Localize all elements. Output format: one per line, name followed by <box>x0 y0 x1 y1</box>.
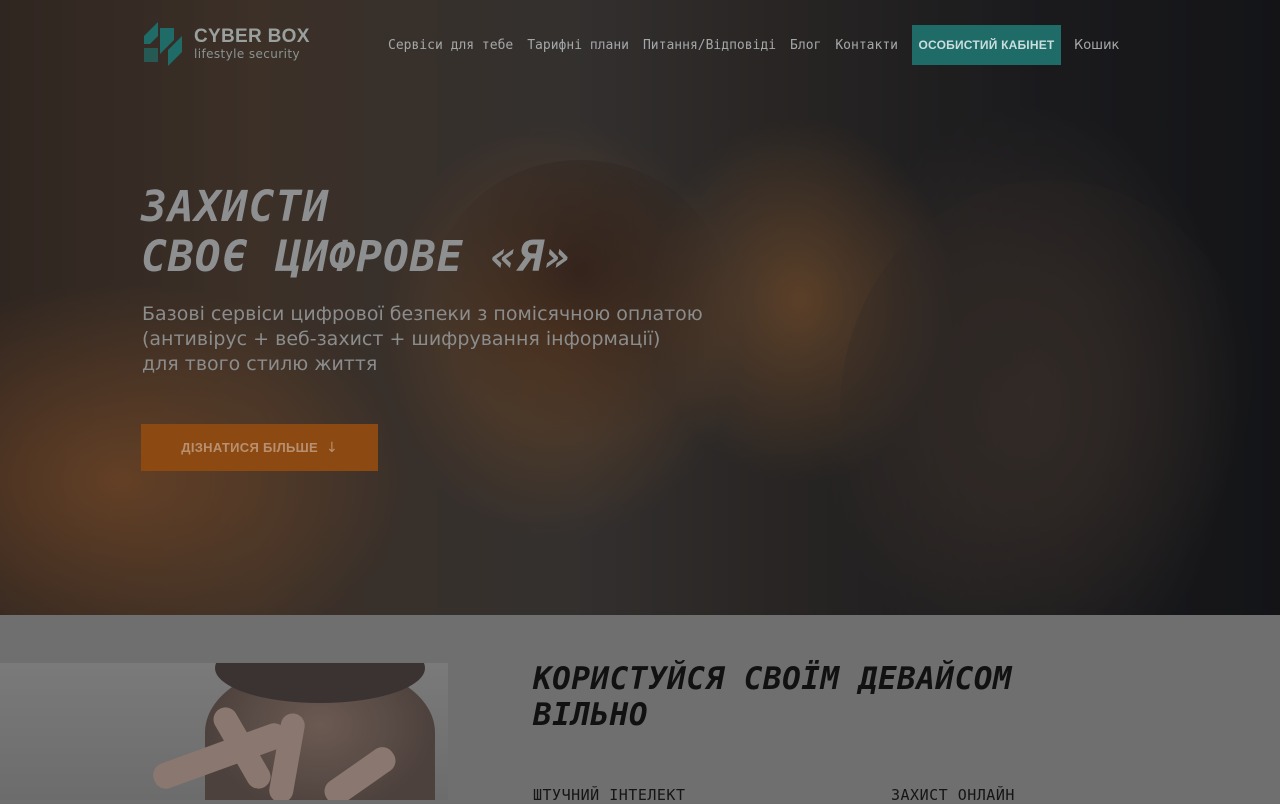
nav-contacts[interactable]: Контакти <box>835 38 898 53</box>
learn-more-label: ДІЗНАТИСЯ БІЛЬШЕ <box>181 440 318 455</box>
hero-title-line: СВОЄ ЦИФРОВЕ «Я» <box>141 232 572 282</box>
personal-cabinet-button[interactable]: ОСОБИСТИЙ КАБІНЕТ <box>911 25 1061 65</box>
hero-description-line: для твого стилю життя <box>142 353 378 375</box>
nav-services[interactable]: Сервіси для тебе <box>388 38 513 53</box>
logo[interactable]: CYBER BOX lifestyle security <box>140 18 310 68</box>
hero-description-line: Базові сервіси цифрової безпеки з поміся… <box>142 303 703 325</box>
logo-tagline: lifestyle security <box>194 46 300 61</box>
section-title: КОРИСТУЙСЯ СВОЇМ ДЕВАЙСОМ ВІЛЬНО <box>533 661 1012 733</box>
person-photo <box>0 663 448 800</box>
feature-online-protection-heading: ЗАХИСТ ОНЛАЙН <box>891 786 1015 804</box>
logo-text: CYBER BOX lifestyle security <box>194 27 310 60</box>
hero-description-line: (антивірус + веб-захист + шифрування інф… <box>142 328 661 350</box>
learn-more-button[interactable]: ДІЗНАТИСЯ БІЛЬШЕ ↓ <box>141 424 378 471</box>
nav-faq[interactable]: Питання/Відповіді <box>643 38 776 53</box>
arrow-down-icon: ↓ <box>326 439 338 456</box>
hero-description: Базові сервіси цифрової безпеки з поміся… <box>142 302 742 377</box>
hero-title: ЗАХИСТИ СВОЄ ЦИФРОВЕ «Я» <box>141 182 571 282</box>
cyberbox-logo-icon <box>144 22 182 66</box>
feature-ai-heading: ШТУЧНИЙ ІНТЕЛЕКТ <box>533 786 686 804</box>
logo-name: CYBER BOX <box>194 25 310 47</box>
hero-title-line: ЗАХИСТИ <box>141 182 330 232</box>
section-title-line: ВІЛЬНО <box>533 697 648 733</box>
main-nav: Сервіси для тебе Тарифні плани Питання/В… <box>388 25 1119 65</box>
nav-plans[interactable]: Тарифні плани <box>527 38 629 53</box>
nav-blog[interactable]: Блог <box>790 38 821 53</box>
cart-link[interactable]: Кошик <box>1074 38 1119 53</box>
hero-section: CYBER BOX lifestyle security Сервіси для… <box>0 0 1280 615</box>
section-title-line: КОРИСТУЙСЯ СВОЇМ ДЕВАЙСОМ <box>533 661 1013 697</box>
